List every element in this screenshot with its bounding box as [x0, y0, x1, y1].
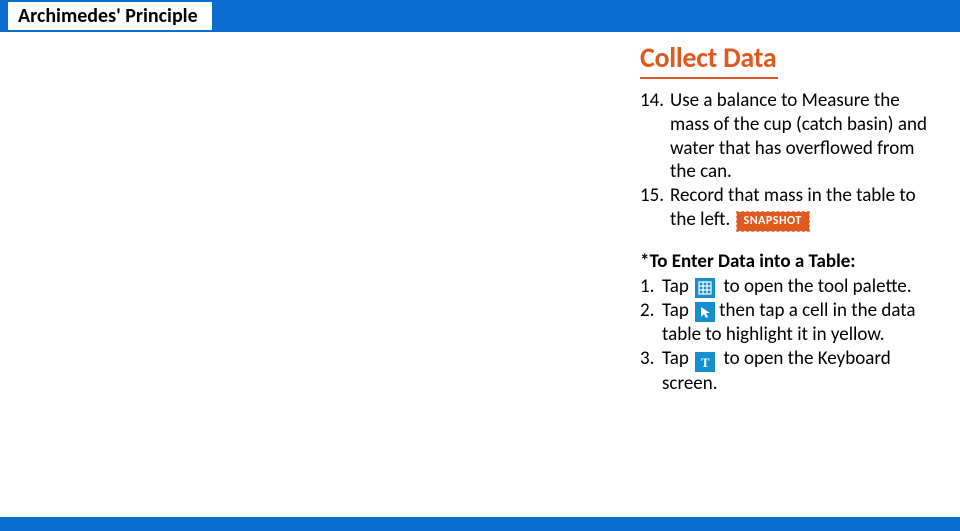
content-column: Collect Data 14. Use a balance to Measur… [640, 40, 950, 396]
howto-step-text: Tap T to open the Keyboard screen. [662, 347, 938, 396]
step-text: Record that mass in the table to the lef… [670, 184, 938, 232]
howto-step-number: 3. [640, 347, 662, 396]
howto-step-number: 1. [640, 275, 662, 299]
step-14: 14. Use a balance to Measure the mass of… [640, 89, 938, 184]
text-icon-glyph: T [701, 356, 710, 369]
howto-step-number: 2. [640, 299, 662, 347]
howto-step-1: 1. Tap to open the tool palette. [640, 275, 938, 299]
section-heading: Collect Data [640, 40, 778, 79]
howto-step-text: Tap then tap a cell in the data table to… [662, 299, 938, 347]
step-number: 14. [640, 89, 670, 184]
text-part: to open the tool palette. [719, 275, 911, 298]
howto-step-3: 3. Tap T to open the Keyboard screen. [640, 347, 938, 396]
howto-step-2: 2. Tap then tap a cell in the data table… [640, 299, 938, 347]
snapshot-badge[interactable]: SNAPSHOT [737, 212, 809, 231]
text-part: Tap [662, 299, 693, 322]
text-icon[interactable]: T [695, 352, 715, 372]
topbar: Archimedes' Principle [0, 0, 960, 32]
page-title: Archimedes' Principle [8, 2, 212, 30]
cursor-icon[interactable] [695, 302, 715, 322]
step-15: 15. Record that mass in the table to the… [640, 184, 938, 232]
step-text: Use a balance to Measure the mass of the… [670, 89, 938, 184]
text-part: Tap [662, 275, 693, 298]
howto-heading: *To Enter Data into a Table: [640, 250, 938, 274]
bottombar [0, 517, 960, 531]
step-number: 15. [640, 184, 670, 232]
text-part: Tap [662, 347, 693, 370]
grid-icon[interactable] [695, 278, 715, 298]
numbered-steps: 14. Use a balance to Measure the mass of… [640, 89, 938, 232]
howto-step-text: Tap to open the tool palette. [662, 275, 938, 299]
howto-block: *To Enter Data into a Table: 1. Tap to o… [640, 250, 938, 396]
